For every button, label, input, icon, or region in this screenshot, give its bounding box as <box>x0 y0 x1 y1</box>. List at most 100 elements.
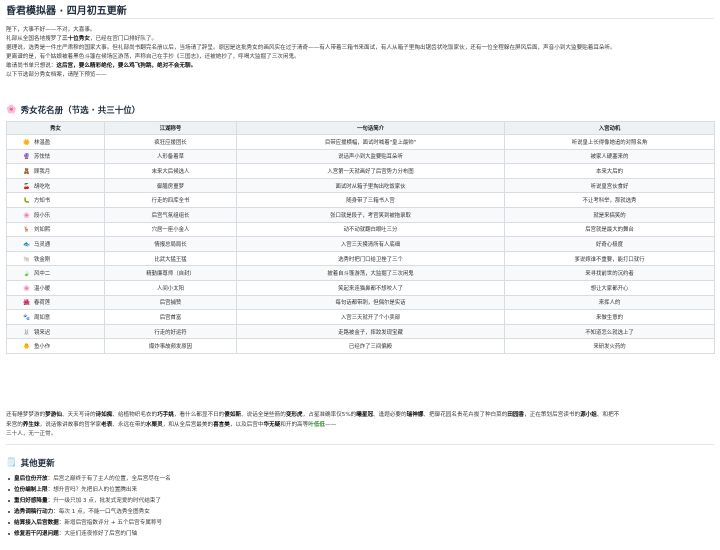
motive-cell: 不知道怎么就选上了 <box>504 323 715 340</box>
text-span: ，说话像讲故事的哲学家 <box>39 421 102 428</box>
motive-cell: 来做生意的 <box>504 309 715 325</box>
consort-name: 马灵通 <box>34 241 51 248</box>
motive-cell: 想让大家都开心 <box>504 279 715 296</box>
roster-heading: 🌸 秀女花名册（节选 · 共三十位） <box>6 104 140 116</box>
intro-cell: 目带应援横幅，面试时喊着"皇上最帅" <box>236 134 505 150</box>
text-line: 陛下，大事不好——不对，大喜事。 <box>6 26 714 35</box>
consort-name: 风中二 <box>34 271 51 278</box>
emphasis-text: 叶低低 <box>308 421 326 428</box>
emphasis-text: 水栗灵 <box>145 421 163 428</box>
text-span: 、天天写诗的 <box>61 412 96 418</box>
avatar-icon: 🔮 <box>23 154 30 161</box>
list-item: 皇后位份开放：后宫之巅终于有了主人的位置，全后宫尽在一名 <box>6 474 171 485</box>
update-desc: 每次 1 点，不能一口气选秀全图秀女 <box>58 509 150 515</box>
motive-cell: 不让考科举，那就选秀 <box>504 192 715 208</box>
avatar-icon: 🦌 <box>23 227 30 234</box>
consort-name: 林温盈 <box>34 139 51 146</box>
update-key: 位份编制上限 <box>14 487 48 493</box>
text-line: 来宫的养生妹，说话像讲故事的哲学家老表、永远在带的水栗灵，和从全后宫最美的喜言美… <box>6 421 714 431</box>
column-header-intro: 一句话简介 <box>236 121 505 135</box>
updates-heading-text: 其他更新 <box>20 459 55 469</box>
list-item: 结算接入后宫数据：新增后宫指数评分 + 五个后宫专属称号 <box>6 518 171 529</box>
updates-list: 皇后位份开放：后宫之巅终于有了主人的位置，全后宫尽在一名 位份编制上限：想升官吗？… <box>6 474 171 540</box>
emphasis-text: 源小姐 <box>580 412 597 418</box>
nickname-cell: 比武大猛王猛 <box>104 250 237 267</box>
text-line: 敢请尚书单只想说：这后宫，要么精彩绝伦，要么鸡飞狗跳，绝对不会无聊。 <box>6 62 714 71</box>
nickname-cell: 疯狂应援团长 <box>104 134 237 150</box>
avatar-icon: 🌸 <box>23 285 30 292</box>
emphasis-text: 三十位秀女 <box>61 35 90 42</box>
text-span: 还有睡梦梦游的 <box>6 412 46 418</box>
text-span: ，已经在宫门口排好队了。 <box>89 35 158 42</box>
update-desc: 新增后宫指数评分 + 五个后宫专属称号 <box>64 520 163 526</box>
table-row: 🐚 铁金刚 比武大猛王猛 选秀时把门口给卫挫了三个 爹说嫁谁不重要，能打口就行 <box>6 250 715 267</box>
motive-cell: 被家人硬塞来的 <box>504 148 715 165</box>
text-line: 以下节选部分秀女档案，请陛下预览—— <box>6 71 714 80</box>
emphasis-text: 曦星冠 <box>356 412 374 418</box>
emphasis-text: 诗如痴 <box>95 412 113 418</box>
nickname-cell: 后宫首富 <box>104 309 237 325</box>
text-span: 、逢题必要的 <box>373 412 407 418</box>
consort-name-cell: 🐥 鱼小作 <box>6 338 105 354</box>
intro-cell: 披着自斗篷游荡，大监掘了三次闲鬼 <box>236 265 505 281</box>
update-key: 重归好感降量 <box>14 498 48 504</box>
roster-table: 秀女 江湖称号 一句话简介 入宫动机 🌼 林温盈 疯狂应援团长 目带应援横幅，面试时喊… <box>6 121 715 354</box>
update-key: 皇后位份开放 <box>14 476 48 482</box>
intro-cell: 笑起来连猫鼻都不想咬人了 <box>236 279 505 296</box>
intro-cell: 选秀时把门口给卫挫了三个 <box>236 250 505 267</box>
avatar-icon: 🌸 <box>23 212 30 219</box>
table-row: 🐾 周如意 后宫首富 入宫三天就开了个小卖部 来做生意的 <box>6 309 715 325</box>
consort-name: 方知书 <box>34 198 51 205</box>
table-row: 🧸 顾我月 末来大后候选人 入宫第一天就画好了后宫势力分布图 本来大后的 <box>6 163 715 179</box>
motive-cell: 来挥人的 <box>504 294 715 311</box>
text-span: 、永远在带的 <box>112 421 146 428</box>
avatar-icon: 🍃 <box>23 271 30 278</box>
text-line: 礼部从全国各地搜罗了三十位秀女，已经在宫门口排好队了。 <box>6 35 714 44</box>
text-line: 更离谱的是，有个姑娘被着黑色斗篷在候场区游荡，声称自己在手抄《三国志》，还被她抄… <box>6 53 714 62</box>
nickname-cell: 精勤廉尊师（自封） <box>104 265 237 281</box>
consort-name: 春荷莲 <box>34 300 51 307</box>
table-row: 🍒 胡吃吃 御膳房噩梦 面试时从箱子里掏出吃饭家伙 听说皇宫伙食好 <box>6 177 715 194</box>
consort-name-cell: 🐚 铁金刚 <box>6 250 105 267</box>
text-line: 三十人，无一正常。 <box>6 430 714 440</box>
text-span: ，看什么都显不日的 <box>173 412 225 418</box>
text-span: 据理说，选秀是一件庄严肃穆的国家大事。但礼部尚书翻完名册以后，当场请了辞呈。原因… <box>6 44 616 51</box>
emphasis-text: 傻如斯 <box>224 412 242 418</box>
title-divider <box>6 18 714 19</box>
consort-name: 周如意 <box>34 314 51 321</box>
list-item: 重归好感降量：升一级只加 3 点，批发式宠爱的时代结束了 <box>6 496 171 507</box>
avatar-icon: 🐾 <box>23 314 30 321</box>
text-span: 来宫的 <box>6 421 23 428</box>
consort-name: 铁金刚 <box>34 256 51 263</box>
emphasis-text: 华无疑 <box>263 421 281 428</box>
table-row: 🍃 风中二 精勤廉尊师（自封） 披着自斗篷游荡，大监掘了三次闲鬼 来寻找前世的沉约者 <box>6 265 715 281</box>
table-row: 🌸 温小暖 人间小太阳 笑起来连猫鼻都不想咬人了 想让大家都开心 <box>6 279 715 296</box>
text-span: 陛下，大事不好——不对，大喜事。 <box>6 27 96 33</box>
updates-heading: 🗒️ 其他更新 <box>6 457 55 469</box>
text-span: 三十人，无一正常。 <box>6 431 57 437</box>
consort-name-cell: 🍃 风中二 <box>6 265 105 281</box>
motive-cell: 本来大后的 <box>504 163 715 179</box>
emphasis-text: 瑞神娜 <box>406 412 424 418</box>
roster-header-row: 秀女 江湖称号 一句话简介 入宫动机 <box>6 121 715 135</box>
avatar-icon: 🧸 <box>23 168 30 175</box>
avatar-icon: 🐚 <box>23 256 30 263</box>
avatar-icon: 🍒 <box>23 183 30 190</box>
list-item: 修复若干闪退问题：大臣们连夜修好了后宫的门轴 <box>6 529 171 540</box>
motive-cell: 听说皇宫伙食好 <box>504 177 715 194</box>
consort-name: 鱼小作 <box>34 344 51 351</box>
emphasis-text: 喜言美 <box>213 421 230 428</box>
text-span: 、和把不 <box>596 412 620 418</box>
table-row: 🐥 鱼小作 爆炸事故频发原因 已经炸了三间偏殿 来研发火药的 <box>6 338 715 354</box>
nickname-cell: 后宫捕赞 <box>104 294 237 311</box>
emphasis-text: 巧手姚 <box>157 412 174 418</box>
intro-cell: 入宫三天就开了个小卖部 <box>236 309 505 325</box>
text-span: 敢请尚书单只想说： <box>6 62 57 69</box>
emphasis-text: 变形虎 <box>285 412 303 418</box>
motive-cell: 好奇心极度 <box>504 236 715 252</box>
consort-name-cell: 🌼 林温盈 <box>6 134 105 150</box>
list-item: 选秀调稿行动力：每次 1 点，不能一口气选秀全图秀女 <box>6 507 171 518</box>
consort-name-cell: 🐰 镜来迟 <box>6 323 105 340</box>
nickname-cell: 穴居一座小金人 <box>104 221 237 238</box>
consort-name-cell: 🍒 胡吃吃 <box>6 177 105 194</box>
